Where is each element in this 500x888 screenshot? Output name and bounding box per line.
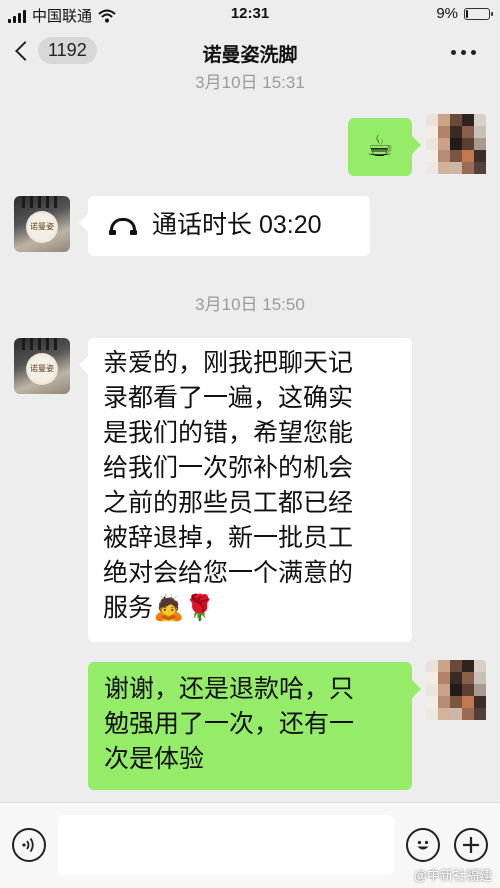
message-input[interactable]: [58, 815, 394, 875]
avatar[interactable]: 诺曼姿: [14, 338, 70, 394]
timestamp: 3月10日 15:50: [195, 295, 305, 314]
message-line: 被辞退掉，新一批员工: [103, 524, 354, 552]
status-time: 12:31: [230, 5, 270, 22]
chat-messages[interactable]: 3月10日 15:31 ☕ 诺曼姿 通话时长 03:20 3月10日 15:50…: [0, 74, 500, 802]
voice-icon[interactable]: [12, 828, 46, 862]
message-bubble-outgoing[interactable]: 谢谢，还是退款哈，只 勉强用了一次，还有一 次是体验: [88, 662, 421, 790]
message-bubble-outgoing[interactable]: ☕: [348, 118, 421, 176]
message-line: 绝对会给您一个满意的: [103, 559, 354, 587]
message-bubble-incoming[interactable]: 亲爱的，刚我把聊天记 录都看了一遍，这确实 是我们的错，希望您能 给我们一次弥补…: [79, 338, 412, 642]
call-duration-text: 通话时长 03:20: [152, 211, 322, 239]
phone-icon: [109, 218, 137, 235]
plus-icon[interactable]: [454, 828, 488, 862]
message-line: 是我们的错，希望您能: [103, 419, 354, 447]
input-bar: @中新社福建: [0, 802, 500, 888]
timestamp: 3月10日 15:31: [195, 74, 305, 92]
chat-title: 诺曼姿洗脚: [202, 45, 298, 66]
more-dots-icon[interactable]: [451, 50, 476, 55]
avatar[interactable]: [426, 660, 486, 724]
status-bar: 中国联通 12:31 9%: [0, 0, 500, 30]
message-line: 给我们一次弥补的机会: [103, 454, 354, 482]
message-line: 勉强用了一次，还有一: [104, 710, 355, 738]
message-line: 服务🙇🌹: [103, 594, 216, 622]
message-line: 录都看了一遍，这确实: [103, 384, 354, 412]
watermark: @中新社福建: [413, 868, 492, 883]
nav-bar: 1192 诺曼姿洗脚: [0, 30, 500, 74]
message-line: 谢谢，还是退款哈，只: [104, 675, 355, 703]
battery-percent: 9%: [436, 5, 458, 22]
message-bubble-incoming[interactable]: 通话时长 03:20: [79, 196, 370, 256]
message-line: 之前的那些员工都已经: [103, 489, 354, 517]
battery-fill: [466, 9, 468, 18]
message-line: 亲爱的，刚我把聊天记: [103, 349, 354, 377]
shop-logo: 诺曼姿: [26, 211, 58, 243]
emoji-icon[interactable]: [406, 828, 440, 862]
status-right: 9%: [436, 5, 493, 22]
coffee-cup-emoji: ☕: [366, 130, 394, 163]
avatar[interactable]: 诺曼姿: [14, 196, 70, 252]
message-line: 次是体验: [104, 745, 205, 773]
avatar[interactable]: [426, 114, 486, 178]
shop-logo: 诺曼姿: [26, 353, 58, 385]
battery-icon: [464, 7, 493, 20]
